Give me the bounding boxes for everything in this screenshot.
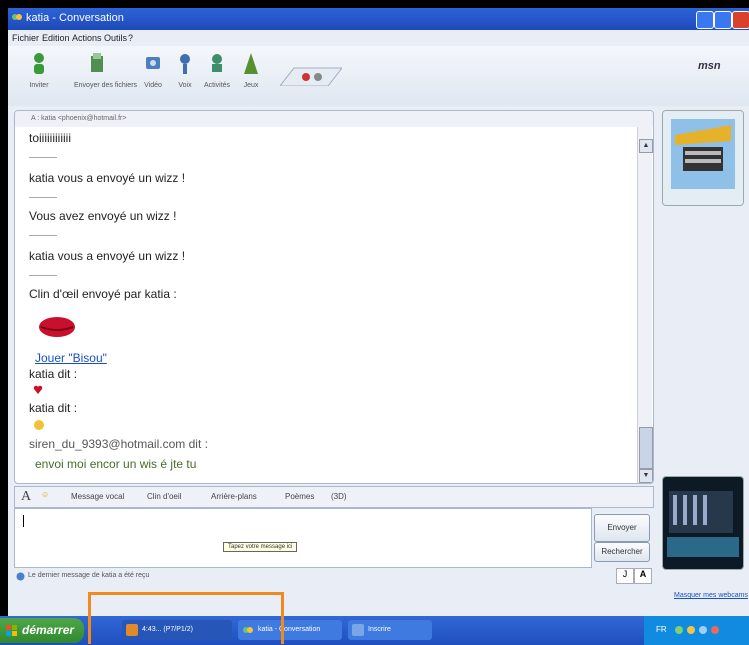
msn-logo: msn: [698, 60, 721, 72]
conversation-panel: A : katia <phoenix@hotmail.fr> toiiiiiii…: [14, 110, 654, 484]
window-icon: [352, 624, 364, 636]
invite-icon: [34, 53, 44, 74]
voice-clip-button[interactable]: Message vocal: [71, 492, 124, 501]
taskbar-item-label: Inscrire: [368, 626, 391, 633]
video-icon: [146, 57, 160, 69]
emoticon-shortcut-icon[interactable]: [280, 66, 342, 86]
activities-icon: [212, 54, 222, 72]
system-tray: FR: [644, 616, 749, 645]
message-history: toiiiiiiiiiiii katia vous a envoyé un wi…: [15, 127, 635, 483]
search-button[interactable]: Rechercher: [594, 542, 650, 562]
tray-language[interactable]: FR: [656, 625, 667, 634]
start-label: démarrer: [22, 623, 75, 637]
message-separator: [29, 275, 57, 276]
menu-fichier[interactable]: Fichier: [12, 33, 39, 43]
emoticon-button[interactable]: ☺: [41, 490, 49, 499]
title-bar: katia - Conversation: [8, 8, 749, 30]
message-separator: [29, 157, 57, 158]
send-files-icon: [91, 53, 103, 72]
message-separator: [29, 197, 57, 198]
taskbar-item-other[interactable]: Inscrire: [348, 620, 432, 640]
send-button[interactable]: Envoyer: [594, 514, 650, 542]
close-button[interactable]: [732, 11, 749, 29]
start-button[interactable]: démarrer: [0, 618, 84, 643]
invite-label: Inviter: [29, 82, 49, 89]
tray-icons[interactable]: [674, 625, 734, 635]
wink-button[interactable]: Clin d'oeil: [147, 492, 181, 501]
contact-picture-icon: [663, 111, 743, 205]
status-text: Le dernier message de katia a été reçu: [28, 572, 150, 579]
play-kiss-link[interactable]: Jouer "Bisou": [35, 351, 107, 365]
message-line: toiiiiiiiiiiii: [29, 131, 71, 145]
backgrounds-button[interactable]: Arrière-plans: [211, 492, 257, 501]
recipient-text: A : katia <phoenix@hotmail.fr>: [31, 115, 127, 122]
message-line: Vous avez envoyé un wizz !: [29, 209, 177, 223]
message-line: katia vous a envoyé un wizz !: [29, 249, 186, 263]
message-line: katia dit :: [29, 401, 78, 415]
menu-bar: Fichier Edition Actions Outils ?: [8, 30, 749, 46]
font-button[interactable]: A: [21, 489, 31, 505]
extra-button[interactable]: (3D): [331, 492, 347, 501]
games-icon: [244, 53, 258, 74]
kiss-lips-icon: [39, 317, 75, 337]
message-line: katia vous a envoyé un wizz !: [29, 171, 186, 185]
my-picture-icon: [663, 477, 743, 569]
highlight-box: [88, 592, 284, 644]
send-files-label: Envoyer des fichiers: [74, 82, 138, 89]
menu-edition[interactable]: Edition: [42, 33, 70, 43]
menu-outils[interactable]: Outils: [104, 33, 127, 43]
games-button[interactable]: Jeux: [234, 52, 268, 94]
message-line: Clin d'œil envoyé par katia :: [29, 287, 177, 301]
status-info-icon: [16, 572, 25, 581]
poems-button[interactable]: Poèmes: [285, 492, 314, 501]
heart-emoticon-icon: [33, 385, 43, 394]
minimize-button[interactable]: [696, 11, 714, 29]
my-display-picture[interactable]: [662, 476, 744, 570]
status-bar: Le dernier message de katia a été reçu: [14, 570, 652, 584]
windows-flag-icon: [6, 625, 17, 636]
message-line: katia dit :: [29, 367, 78, 381]
conversation-window: katia - Conversation Fichier Edition Act…: [8, 8, 749, 616]
msn-butterfly-icon: [12, 14, 22, 20]
recipient-header: A : katia <phoenix@hotmail.fr>: [15, 111, 653, 127]
maximize-button[interactable]: [714, 11, 732, 29]
toolbar: Inviter Envoyer des fichiers Vidéo Voix …: [8, 46, 749, 106]
send-files-button[interactable]: Envoyer des fichiers: [74, 52, 137, 94]
games-label: Jeux: [243, 82, 259, 89]
input-tooltip: Tapez votre message ici: [223, 542, 298, 552]
menu-actions[interactable]: Actions: [72, 33, 102, 43]
window-title: katia - Conversation: [26, 12, 124, 24]
scroll-up-button[interactable]: ▲: [639, 139, 653, 153]
message-input[interactable]: Tapez votre message ici: [14, 508, 592, 568]
hide-webcams-link[interactable]: Masquer mes webcams: [674, 592, 748, 599]
message-separator: [29, 235, 57, 236]
invite-button[interactable]: Inviter: [22, 52, 56, 94]
smiley-emoticon-icon: [34, 420, 44, 430]
scroll-thumb[interactable]: [639, 427, 653, 469]
menu-help[interactable]: ?: [128, 33, 133, 43]
voice-icon: [180, 54, 190, 74]
message-line: envoi moi encor un wis é jte tu: [35, 457, 197, 471]
format-toolbar: A ☺ Message vocal Clin d'oeil Arrière-pl…: [14, 486, 654, 508]
conversation-scrollbar[interactable]: ▲ ▼: [637, 127, 653, 483]
contact-display-picture[interactable]: [662, 110, 744, 206]
scroll-down-button[interactable]: ▼: [639, 469, 653, 483]
message-line: siren_du_9393@hotmail.com dit :: [29, 437, 208, 451]
text-caret: [23, 515, 24, 527]
